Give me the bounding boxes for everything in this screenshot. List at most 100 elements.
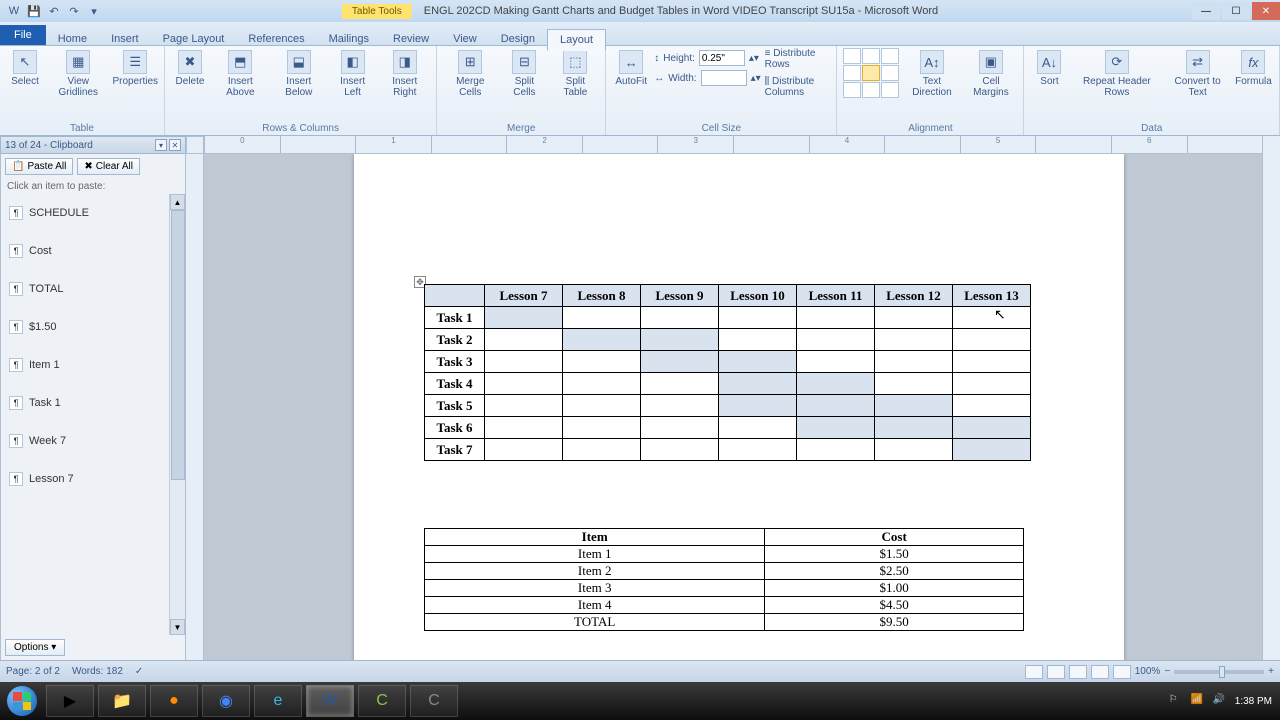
clipboard-scrollbar[interactable]: ▲ ▼ — [169, 194, 185, 635]
clipboard-item[interactable]: ¶Week 7 — [1, 422, 185, 460]
minimize-button[interactable]: — — [1192, 2, 1220, 20]
insert-below-button[interactable]: ⬓Insert Below — [272, 48, 326, 100]
gantt-cell[interactable] — [563, 395, 641, 417]
budget-cell[interactable]: Item 3 — [425, 580, 765, 597]
insert-left-button[interactable]: ◧Insert Left — [330, 48, 375, 100]
taskbar-ie[interactable]: e — [254, 685, 302, 717]
delete-button[interactable]: ✖Delete — [171, 48, 209, 89]
budget-cell[interactable]: Item 2 — [425, 563, 765, 580]
spinner-icon[interactable]: ▴▾ — [751, 73, 761, 84]
taskbar-camtasia[interactable]: C — [358, 685, 406, 717]
taskbar-app[interactable]: C — [410, 685, 458, 717]
clear-all-button[interactable]: ✖Clear All — [77, 158, 140, 175]
document-area[interactable]: ✥ Lesson 7Lesson 8Lesson 9Lesson 10Lesso… — [204, 154, 1262, 660]
gantt-cell[interactable] — [719, 373, 797, 395]
gantt-row-label[interactable]: Task 4 — [425, 373, 485, 395]
outline-view-button[interactable] — [1091, 665, 1109, 679]
view-gridlines-button[interactable]: ▦View Gridlines — [48, 48, 108, 100]
gantt-cell[interactable] — [953, 351, 1031, 373]
gantt-cell[interactable] — [875, 439, 953, 461]
gantt-cell[interactable] — [875, 395, 953, 417]
gantt-cell[interactable] — [797, 439, 875, 461]
start-button[interactable] — [0, 682, 44, 720]
gantt-table[interactable]: Lesson 7Lesson 8Lesson 9Lesson 10 Lesson … — [424, 284, 1031, 461]
gantt-cell[interactable] — [641, 417, 719, 439]
gantt-cell[interactable] — [719, 329, 797, 351]
zoom-slider[interactable] — [1174, 670, 1264, 674]
gantt-cell[interactable] — [719, 351, 797, 373]
close-button[interactable]: ✕ — [1252, 2, 1280, 20]
gantt-cell[interactable] — [641, 307, 719, 329]
repeat-header-button[interactable]: ⟳Repeat Header Rows — [1072, 48, 1161, 100]
cell-margins-button[interactable]: ▣Cell Margins — [964, 48, 1017, 100]
budget-cell[interactable]: Item 1 — [425, 546, 765, 563]
save-icon[interactable]: 💾 — [26, 3, 42, 19]
gantt-cell[interactable] — [953, 417, 1031, 439]
gantt-cell[interactable] — [953, 439, 1031, 461]
gantt-header[interactable] — [425, 285, 485, 307]
tray-volume-icon[interactable]: 🔊 — [1213, 694, 1227, 708]
gantt-header[interactable]: Lesson 13 — [953, 285, 1031, 307]
distribute-columns-button[interactable]: ⫼ Distribute Columns — [765, 76, 831, 98]
budget-table[interactable]: ItemCostItem 1$1.50Item 2$2.50Item 3$1.0… — [424, 528, 1024, 631]
taskbar-media-player[interactable]: ▶ — [46, 685, 94, 717]
web-layout-view-button[interactable] — [1069, 665, 1087, 679]
gantt-cell[interactable] — [953, 307, 1031, 329]
gantt-cell[interactable] — [485, 307, 563, 329]
text-direction-button[interactable]: A↕Text Direction — [903, 48, 960, 100]
redo-icon[interactable]: ↷ — [66, 3, 82, 19]
gantt-row-label[interactable]: Task 6 — [425, 417, 485, 439]
merge-cells-button[interactable]: ⊞Merge Cells — [443, 48, 497, 100]
budget-header[interactable]: Item — [425, 529, 765, 546]
gantt-cell[interactable] — [563, 351, 641, 373]
gantt-cell[interactable] — [875, 329, 953, 351]
undo-icon[interactable]: ↶ — [46, 3, 62, 19]
gantt-cell[interactable] — [485, 373, 563, 395]
gantt-cell[interactable] — [875, 417, 953, 439]
gantt-cell[interactable] — [797, 373, 875, 395]
height-input[interactable] — [699, 50, 745, 66]
gantt-header[interactable]: Lesson 9 — [641, 285, 719, 307]
pane-dropdown-icon[interactable]: ▾ — [155, 139, 167, 151]
print-layout-view-button[interactable] — [1025, 665, 1043, 679]
gantt-row-label[interactable]: Task 1 — [425, 307, 485, 329]
gantt-cell[interactable] — [797, 329, 875, 351]
gantt-cell[interactable] — [719, 395, 797, 417]
maximize-button[interactable]: ☐ — [1222, 2, 1250, 20]
gantt-cell[interactable] — [485, 417, 563, 439]
gantt-cell[interactable] — [953, 373, 1031, 395]
clipboard-item[interactable]: ¶Item 1 — [1, 346, 185, 384]
budget-cell[interactable]: $1.50 — [765, 546, 1024, 563]
select-button[interactable]: ↖Select — [6, 48, 44, 89]
tray-clock[interactable]: 1:38 PM — [1235, 696, 1272, 707]
proofing-icon[interactable]: ✓ — [135, 666, 143, 677]
gantt-cell[interactable] — [719, 417, 797, 439]
scroll-up-icon[interactable]: ▲ — [170, 194, 185, 210]
zoom-level[interactable]: 100% — [1135, 666, 1161, 677]
file-tab[interactable]: File — [0, 25, 46, 45]
gantt-cell[interactable] — [797, 351, 875, 373]
gantt-cell[interactable] — [563, 329, 641, 351]
gantt-cell[interactable] — [485, 439, 563, 461]
pane-close-icon[interactable]: ✕ — [169, 139, 181, 151]
insert-right-button[interactable]: ◨Insert Right — [379, 48, 430, 100]
gantt-header[interactable]: Lesson 10 — [719, 285, 797, 307]
vertical-ruler[interactable] — [186, 154, 204, 660]
distribute-rows-button[interactable]: ≡ Distribute Rows — [765, 48, 831, 70]
split-table-button[interactable]: ⬚Split Table — [552, 48, 600, 100]
gantt-cell[interactable] — [953, 329, 1031, 351]
paste-all-button[interactable]: 📋Paste All — [5, 158, 73, 175]
gantt-header[interactable]: Lesson 8 — [563, 285, 641, 307]
word-count[interactable]: Words: 182 — [72, 666, 123, 677]
width-input[interactable] — [701, 70, 747, 86]
fullscreen-reading-view-button[interactable] — [1047, 665, 1065, 679]
gantt-cell[interactable] — [719, 439, 797, 461]
split-cells-button[interactable]: ⊟Split Cells — [501, 48, 547, 100]
gantt-cell[interactable] — [563, 439, 641, 461]
gantt-header[interactable]: Lesson 7 — [485, 285, 563, 307]
gantt-cell[interactable] — [563, 417, 641, 439]
gantt-cell[interactable] — [641, 439, 719, 461]
gantt-row-label[interactable]: Task 3 — [425, 351, 485, 373]
page-indicator[interactable]: Page: 2 of 2 — [6, 666, 60, 677]
convert-to-text-button[interactable]: ⇄Convert to Text — [1165, 48, 1230, 100]
